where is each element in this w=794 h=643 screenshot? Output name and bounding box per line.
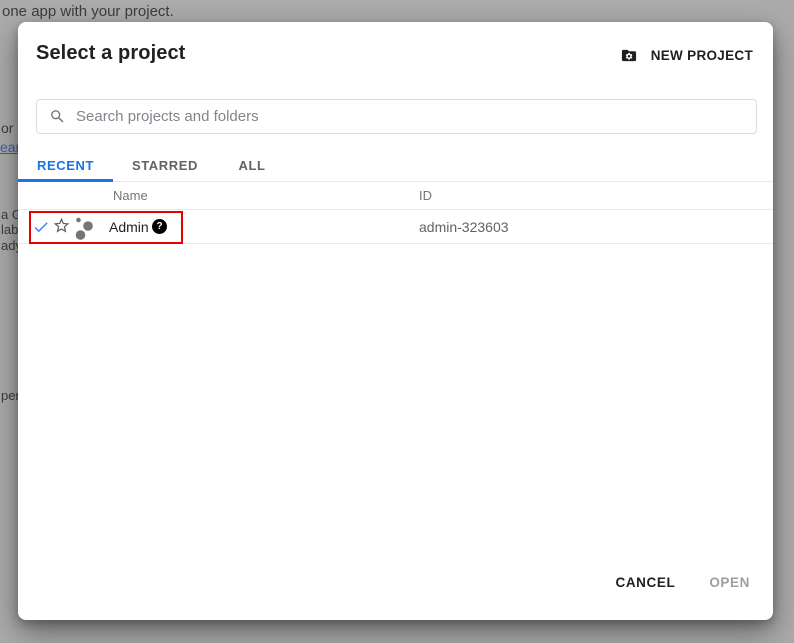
tab-all[interactable]: ALL bbox=[217, 149, 287, 182]
dialog-title: Select a project bbox=[36, 42, 185, 65]
column-header-name: Name bbox=[113, 188, 148, 203]
select-project-dialog: Select a project NEW PROJECT RECENT STAR… bbox=[18, 22, 773, 620]
project-table-header: Name ID bbox=[18, 182, 773, 210]
dialog-footer: CANCEL OPEN bbox=[613, 569, 752, 596]
help-icon[interactable]: ? bbox=[152, 219, 167, 234]
background-text-fragment: or bbox=[1, 120, 13, 136]
search-box bbox=[36, 99, 757, 134]
star-outline-icon[interactable] bbox=[52, 216, 71, 240]
open-button[interactable]: OPEN bbox=[707, 569, 752, 596]
tab-starred[interactable]: STARRED bbox=[113, 149, 217, 182]
search-icon bbox=[49, 108, 66, 125]
new-project-label: NEW PROJECT bbox=[651, 48, 753, 63]
background-text-fragment: per bbox=[1, 388, 20, 403]
search-input[interactable] bbox=[76, 108, 756, 125]
tab-recent[interactable]: RECENT bbox=[18, 149, 113, 182]
project-row-admin[interactable]: Admin ? admin-323603 bbox=[18, 210, 773, 244]
new-project-folder-icon bbox=[619, 47, 639, 64]
project-id: admin-323603 bbox=[419, 219, 509, 235]
background-text-top: one app with your project. bbox=[2, 3, 174, 20]
tab-bar: RECENT STARRED ALL bbox=[18, 149, 773, 182]
new-project-button[interactable]: NEW PROJECT bbox=[617, 42, 755, 68]
selected-check-icon bbox=[32, 218, 50, 241]
cancel-button[interactable]: CANCEL bbox=[613, 569, 677, 596]
column-header-id: ID bbox=[419, 188, 432, 203]
project-dots-icon bbox=[74, 215, 95, 245]
project-name: Admin bbox=[109, 219, 149, 235]
background-text-fragment: lab bbox=[1, 222, 18, 237]
page: { "page_background": { "top_text": "one … bbox=[0, 0, 794, 643]
